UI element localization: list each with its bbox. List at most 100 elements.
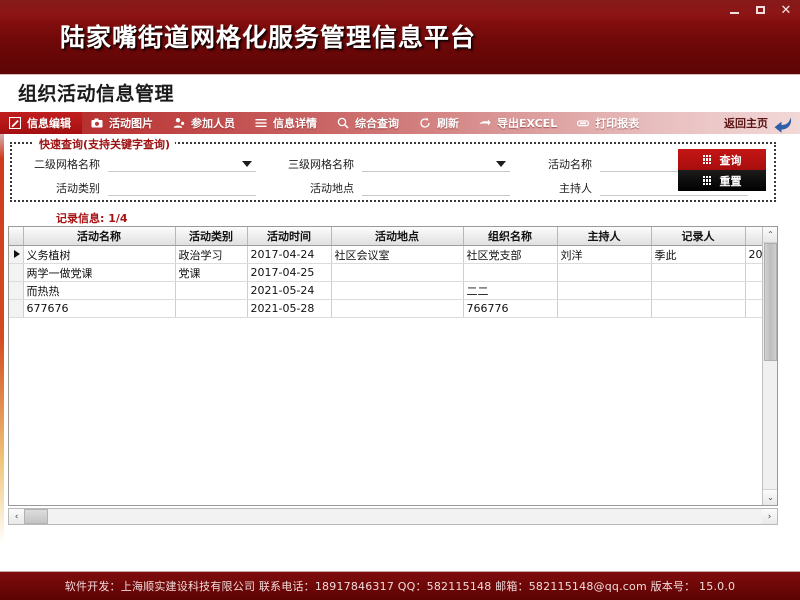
column-header-host[interactable]: 主持人 [557,227,652,246]
cell-activity-time: 2017-04-25 [247,263,332,282]
toolbar-item-participants[interactable]: 参加人员 [164,112,246,134]
column-header-activity-category[interactable]: 活动类别 [175,227,248,246]
cell-activity-name: 677676 [23,299,176,318]
cell-activity-name: 义务植树 [23,245,176,264]
export-icon [479,117,491,129]
person-icon [173,117,185,129]
scroll-up-button[interactable]: ⌃ [763,227,777,243]
column-header-recorder[interactable]: 记录人 [651,227,746,246]
reset-button-label: 重置 [719,174,742,188]
application-window: ✕ 陆家嘴街道网格化服务管理信息平台 组织活动信息管理 信息编辑 活动图片 参加… [0,0,800,600]
window-controls: ✕ [726,3,794,17]
cell-activity-location [331,299,464,318]
row-selector-cell[interactable] [9,299,24,318]
toolbar-item-info-details[interactable]: 信息详情 [246,112,328,134]
cell-activity-time: 2017-04-24 [247,245,332,264]
cell-activity-name: 而热热 [23,281,176,300]
column-header-activity-name[interactable]: 活动名称 [23,227,176,246]
table-header-row: 活动名称 活动类别 活动时间 活动地点 组织名称 主持人 记录人 [9,227,777,246]
horizontal-scroll-thumb[interactable] [24,509,48,524]
list-icon [255,117,267,129]
table-row[interactable]: 义务植树 政治学习 2017-04-24 社区会议室 社区党支部 刘洋 季此 2… [9,245,777,264]
row-selector-header [9,227,24,246]
table-row[interactable]: 677676 2021-05-28 766776 [9,299,777,318]
label-host: 主持人 [559,182,592,195]
toolbar-item-label: 刷新 [437,117,459,130]
quick-query-panel: 快速查询(支持关键字查询) 二级网格名称 三级网格名称 活动名称 活动类别 活动… [10,136,776,202]
grid-icon [702,155,712,164]
toolbar-item-refresh[interactable]: 刷新 [410,112,470,134]
cell-recorder [651,299,746,318]
vertical-scroll-thumb[interactable] [764,243,777,361]
toolbar-item-info-edit[interactable]: 信息编辑 [0,112,82,134]
horizontal-scroll-track[interactable] [24,509,762,524]
page-title: 组织活动信息管理 [18,83,175,105]
cell-host [557,281,652,300]
toolbar-item-print-report[interactable]: 打印报表 [568,112,650,134]
minimize-icon [729,11,739,14]
search-button-label: 查询 [719,153,742,167]
toolbar-item-activity-photos[interactable]: 活动图片 [82,112,164,134]
maximize-button[interactable] [752,3,768,17]
toolbar-item-comprehensive-query[interactable]: 综合查询 [328,112,410,134]
page-header: 组织活动信息管理 [0,75,800,107]
cell-recorder: 季此 [651,245,746,264]
query-row-1: 二级网格名称 三级网格名称 活动名称 [12,156,774,172]
quick-query-legend: 快速查询(支持关键字查询) [34,136,176,152]
data-table-container: 活动名称 活动类别 活动时间 活动地点 组织名称 主持人 记录人 义务植树 政治… [8,226,778,506]
input-activity-location[interactable] [362,180,510,196]
return-home-button[interactable]: 返回主页 [724,112,800,134]
scroll-left-button[interactable]: ‹ [9,509,24,524]
grid-icon [702,176,712,185]
chevron-down-icon [496,160,506,167]
column-header-activity-location[interactable]: 活动地点 [331,227,464,246]
table-row[interactable]: 两学一做党课 党课 2017-04-25 [9,263,777,282]
cell-activity-time: 2021-05-24 [247,281,332,300]
column-header-organization-name[interactable]: 组织名称 [463,227,558,246]
row-selector-cell[interactable] [9,263,24,282]
row-selector-cell[interactable] [9,245,24,264]
data-table: 活动名称 活动类别 活动时间 活动地点 组织名称 主持人 记录人 义务植树 政治… [9,227,777,318]
minimize-button[interactable] [726,3,742,17]
label-activity-location: 活动地点 [310,182,354,195]
chevron-down-icon [242,160,252,167]
scroll-right-button[interactable]: › [762,509,777,524]
cell-host [557,299,652,318]
cell-organization-name: 二二 [463,281,558,300]
search-button[interactable]: 查询 [678,149,766,170]
table-row[interactable]: 而热热 2021-05-24 二二 [9,281,777,300]
label-activity-category: 活动类别 [56,182,100,195]
column-header-activity-time[interactable]: 活动时间 [247,227,332,246]
toolbar-item-export-excel[interactable]: 导出EXCEL [470,112,568,134]
cell-host [557,263,652,282]
print-icon [577,117,590,129]
scroll-down-button[interactable]: ⌄ [763,489,777,505]
query-buttons: 查询 重置 [678,149,766,191]
cell-organization-name: 766776 [463,299,558,318]
back-arrow-icon [772,114,794,134]
table-vertical-scrollbar[interactable]: ⌃ ⌄ [762,227,777,505]
row-selector-cell[interactable] [9,281,24,300]
refresh-icon [419,117,431,129]
close-button[interactable]: ✕ [778,3,794,17]
table-horizontal-scrollbar[interactable]: ‹ › [8,508,778,525]
close-icon: ✕ [780,2,792,18]
cell-activity-category: 政治学习 [175,245,248,264]
camera-icon [91,117,103,129]
record-info: 记录信息: 1/4 [56,212,128,225]
app-title: 陆家嘴街道网格化服务管理信息平台 [60,23,477,52]
toolbar-item-label: 信息编辑 [27,117,71,130]
cell-recorder [651,263,746,282]
return-home-label: 返回主页 [724,117,768,130]
input-tertiary-grid-name[interactable] [362,156,510,172]
cell-activity-category: 党课 [175,263,248,282]
label-secondary-grid-name: 二级网格名称 [34,158,100,171]
label-activity-name: 活动名称 [548,158,592,171]
toolbar: 信息编辑 活动图片 参加人员 信息详情 综合查询 刷新 导出EXCEL 打印报表… [0,111,800,134]
label-tertiary-grid-name: 三级网格名称 [288,158,354,171]
cell-organization-name: 社区党支部 [463,245,558,264]
reset-button[interactable]: 重置 [678,170,766,191]
input-secondary-grid-name[interactable] [108,156,256,172]
cell-activity-location [331,281,464,300]
input-activity-category[interactable] [108,180,256,196]
